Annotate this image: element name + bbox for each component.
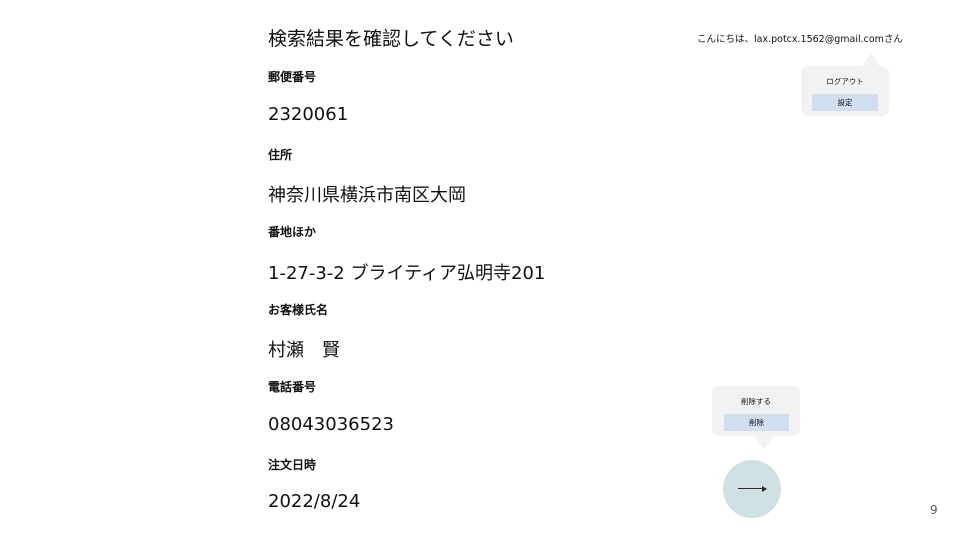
delete-menu: 削除する 削除: [712, 386, 800, 436]
street-label: 番地ほか: [268, 225, 317, 239]
street-value: 1-27-3-2 ブライティア弘明寺201: [268, 263, 546, 284]
settings-button[interactable]: 設定: [812, 94, 878, 111]
customer-name-label: お客様氏名: [268, 303, 329, 317]
customer-name-value: 村瀬 賢: [268, 340, 340, 361]
page-number: 9: [930, 503, 938, 517]
next-fab-button[interactable]: [723, 460, 781, 518]
account-menu-tail: [862, 53, 880, 67]
delete-menu-tail: [755, 436, 773, 450]
delete-button[interactable]: 削除: [724, 414, 789, 431]
user-greeting: こんにちは、lax.potcx.1562@gmail.comさん: [697, 34, 903, 45]
postal-code-value: 2320061: [268, 104, 349, 125]
postal-code-label: 郵便番号: [268, 70, 317, 84]
phone-label: 電話番号: [268, 380, 317, 394]
order-date-value: 2022/8/24: [268, 491, 361, 512]
account-menu: ログアウト 設定: [801, 66, 889, 116]
address-value: 神奈川県横浜市南区大岡: [268, 185, 466, 206]
order-date-label: 注文日時: [268, 458, 317, 472]
delete-menu-title: 削除する: [741, 397, 771, 406]
page-title: 検索結果を確認してください: [268, 28, 514, 50]
address-label: 住所: [268, 148, 293, 162]
phone-value: 08043036523: [268, 414, 394, 435]
logout-link[interactable]: ログアウト: [801, 76, 889, 87]
